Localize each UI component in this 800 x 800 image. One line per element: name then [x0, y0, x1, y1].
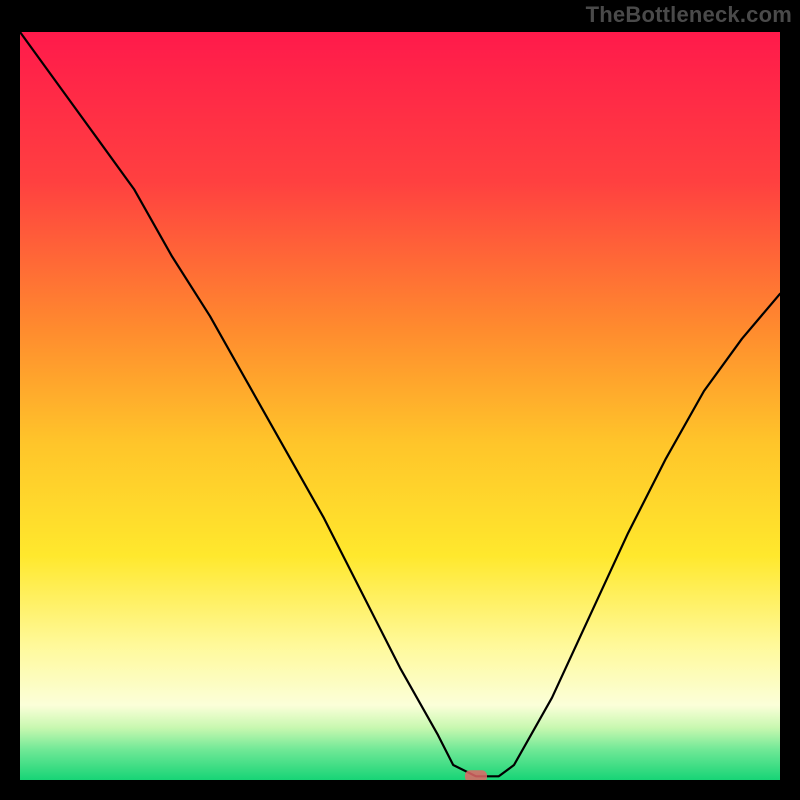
bottleneck-chart-svg [20, 32, 780, 780]
minimum-marker [465, 770, 487, 780]
plot-border [14, 26, 786, 786]
chart-frame: TheBottleneck.com [0, 0, 800, 800]
watermark-text: TheBottleneck.com [586, 2, 792, 28]
plot-area [20, 32, 780, 780]
